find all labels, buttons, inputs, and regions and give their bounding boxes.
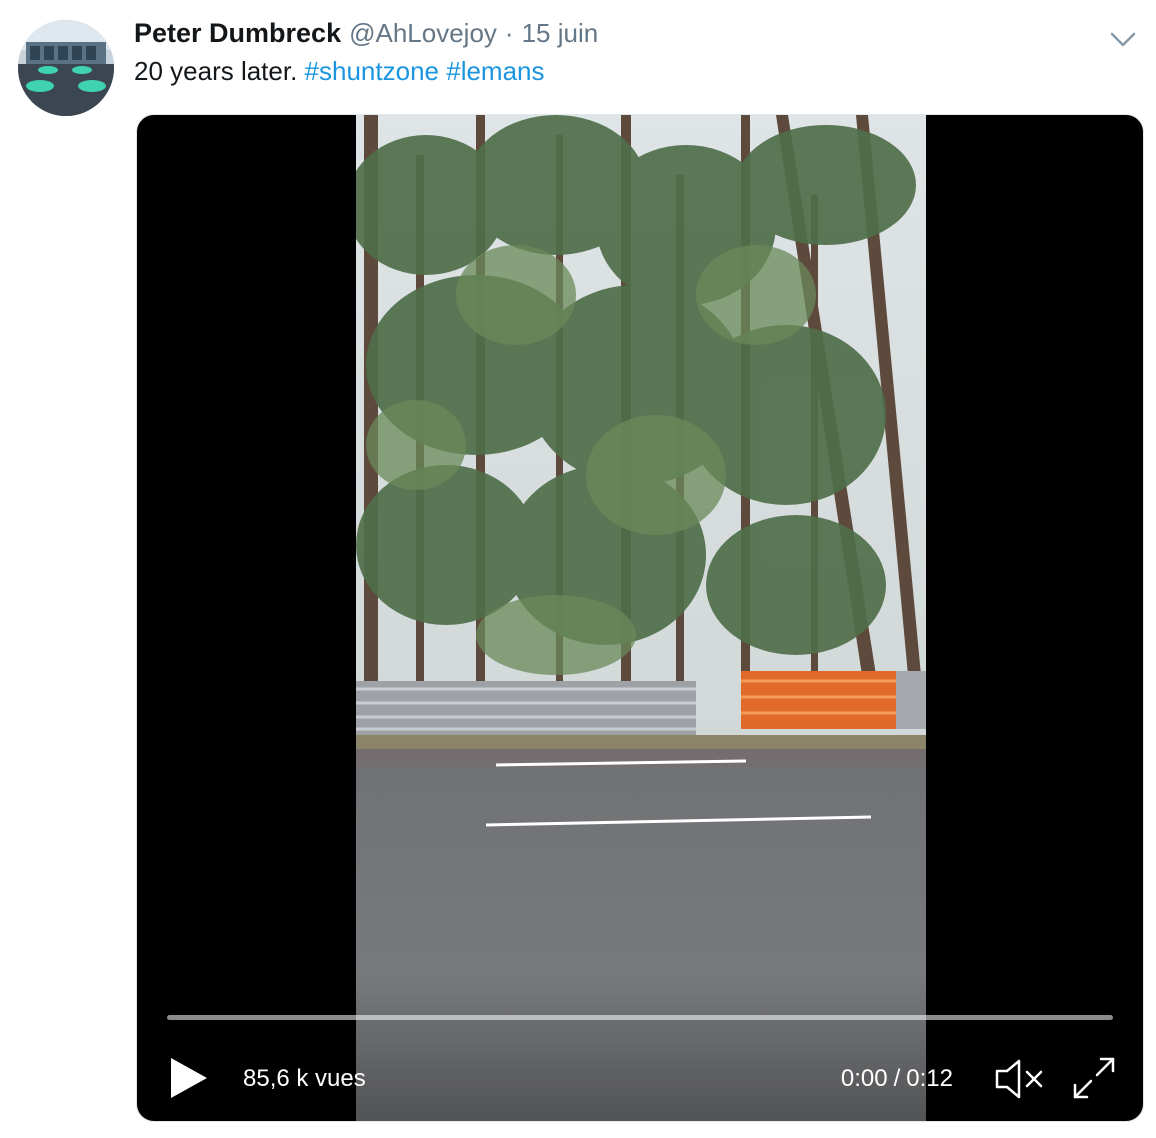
time-display: 0:00/0:12 bbox=[841, 1065, 953, 1093]
tweet: Peter Dumbreck @AhLovejoy · 15 juin 20 y… bbox=[0, 0, 1156, 1138]
hashtag-link[interactable]: #lemans bbox=[446, 56, 544, 86]
volume-muted-icon bbox=[995, 1059, 1043, 1099]
view-count: 85,6 k vues bbox=[243, 1065, 366, 1092]
expand-icon bbox=[1073, 1057, 1115, 1099]
time-separator: / bbox=[893, 1065, 901, 1092]
tweet-header: Peter Dumbreck @AhLovejoy · 15 juin bbox=[134, 18, 598, 52]
current-time: 0:00 bbox=[840, 1065, 888, 1092]
separator-dot: · bbox=[504, 18, 514, 48]
tweet-text: 20 years later. #shuntzone #lemans bbox=[134, 56, 545, 87]
video-player[interactable]: 85,6 k vues 0:00/0:12 bbox=[136, 114, 1144, 1122]
author-handle[interactable]: @AhLovejoy bbox=[349, 18, 497, 49]
fullscreen-button[interactable] bbox=[1071, 1055, 1117, 1101]
hashtag-link[interactable]: #shuntzone bbox=[305, 56, 439, 86]
progress-bar[interactable] bbox=[167, 1015, 1113, 1020]
chevron-down-icon[interactable] bbox=[1108, 24, 1138, 54]
play-button[interactable] bbox=[167, 1055, 211, 1101]
mute-button[interactable] bbox=[993, 1057, 1047, 1101]
author-name[interactable]: Peter Dumbreck bbox=[134, 18, 341, 49]
tweet-text-plain: 20 years later. bbox=[134, 56, 298, 86]
avatar-image bbox=[18, 20, 114, 116]
tweet-date[interactable]: 15 juin bbox=[522, 18, 599, 49]
avatar[interactable] bbox=[18, 20, 114, 116]
duration: 0:12 bbox=[906, 1065, 953, 1092]
play-icon bbox=[171, 1058, 207, 1098]
